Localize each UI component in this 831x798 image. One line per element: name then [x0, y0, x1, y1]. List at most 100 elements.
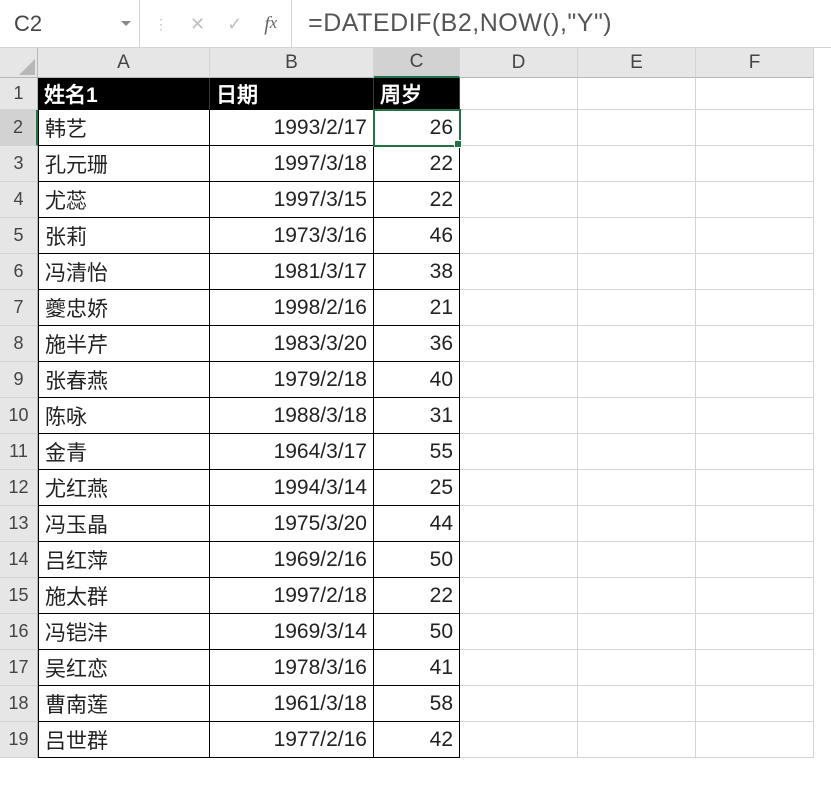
cell-B13[interactable]: 1975/3/20 [210, 506, 374, 542]
col-header-A[interactable]: A [38, 48, 210, 78]
cell-C13[interactable]: 44 [374, 506, 460, 542]
col-header-E[interactable]: E [578, 48, 696, 78]
cell-E12[interactable] [578, 470, 696, 506]
cell-E2[interactable] [578, 110, 696, 146]
cell-F15[interactable] [696, 578, 814, 614]
cell-B10[interactable]: 1988/3/18 [210, 398, 374, 434]
cell-F7[interactable] [696, 290, 814, 326]
cell-C11[interactable]: 55 [374, 434, 460, 470]
row-header-10[interactable]: 10 [0, 398, 38, 434]
cell-D8[interactable] [460, 326, 578, 362]
cell-C16[interactable]: 50 [374, 614, 460, 650]
cell-D10[interactable] [460, 398, 578, 434]
row-header-8[interactable]: 8 [0, 326, 38, 362]
cell-A7[interactable]: 夔忠娇 [38, 290, 210, 326]
row-header-1[interactable]: 1 [0, 78, 38, 110]
cell-B19[interactable]: 1977/2/16 [210, 722, 374, 758]
cell-E13[interactable] [578, 506, 696, 542]
cell-C19[interactable]: 42 [374, 722, 460, 758]
row-header-19[interactable]: 19 [0, 722, 38, 758]
expand-icon[interactable]: ⋮ [154, 17, 168, 31]
cell-E8[interactable] [578, 326, 696, 362]
cell-B11[interactable]: 1964/3/17 [210, 434, 374, 470]
formula-input[interactable]: =DATEDIF(B2,NOW(),"Y") [292, 9, 831, 38]
cell-A16[interactable]: 冯铠沣 [38, 614, 210, 650]
name-box[interactable]: C2 [0, 0, 140, 47]
cell-E17[interactable] [578, 650, 696, 686]
cell-F18[interactable] [696, 686, 814, 722]
cell-B7[interactable]: 1998/2/16 [210, 290, 374, 326]
cell-A5[interactable]: 张莉 [38, 218, 210, 254]
cell-B15[interactable]: 1997/2/18 [210, 578, 374, 614]
cell-D7[interactable] [460, 290, 578, 326]
cell-E3[interactable] [578, 146, 696, 182]
cell-A8[interactable]: 施半芹 [38, 326, 210, 362]
cell-A17[interactable]: 吴红恋 [38, 650, 210, 686]
cell-C7[interactable]: 21 [374, 290, 460, 326]
cell-A13[interactable]: 冯玉晶 [38, 506, 210, 542]
col-header-D[interactable]: D [460, 48, 578, 78]
row-header-7[interactable]: 7 [0, 290, 38, 326]
table-header-A[interactable]: 姓名1 [38, 78, 210, 110]
cell-C5[interactable]: 46 [374, 218, 460, 254]
cell-F19[interactable] [696, 722, 814, 758]
cell-C17[interactable]: 41 [374, 650, 460, 686]
cell-C12[interactable]: 25 [374, 470, 460, 506]
cell-B16[interactable]: 1969/3/14 [210, 614, 374, 650]
cell-F8[interactable] [696, 326, 814, 362]
cell-B5[interactable]: 1973/3/16 [210, 218, 374, 254]
cell-F6[interactable] [696, 254, 814, 290]
cell-E10[interactable] [578, 398, 696, 434]
cell-E7[interactable] [578, 290, 696, 326]
cell-F17[interactable] [696, 650, 814, 686]
cell-A10[interactable]: 陈咏 [38, 398, 210, 434]
row-header-11[interactable]: 11 [0, 434, 38, 470]
cell-B14[interactable]: 1969/2/16 [210, 542, 374, 578]
cell-B17[interactable]: 1978/3/16 [210, 650, 374, 686]
enter-icon[interactable]: ✓ [227, 15, 242, 33]
table-header-B[interactable]: 日期 [210, 78, 374, 110]
cell-D18[interactable] [460, 686, 578, 722]
cell-A4[interactable]: 尤蕊 [38, 182, 210, 218]
spreadsheet-grid[interactable]: ABCDEF1姓名1日期周岁2韩艺1993/2/17263孔元珊1997/3/1… [0, 48, 831, 758]
cell-B2[interactable]: 1993/2/17 [210, 110, 374, 146]
cell-F4[interactable] [696, 182, 814, 218]
cell-B6[interactable]: 1981/3/17 [210, 254, 374, 290]
cell-A2[interactable]: 韩艺 [38, 110, 210, 146]
name-box-dropdown-icon[interactable] [121, 21, 131, 26]
cell-C2[interactable]: 26 [374, 110, 460, 146]
cell-F5[interactable] [696, 218, 814, 254]
cell-C9[interactable]: 40 [374, 362, 460, 398]
row-header-4[interactable]: 4 [0, 182, 38, 218]
cell-F1[interactable] [696, 78, 814, 110]
cell-D17[interactable] [460, 650, 578, 686]
cell-D15[interactable] [460, 578, 578, 614]
cell-C10[interactable]: 31 [374, 398, 460, 434]
cell-A14[interactable]: 吕红萍 [38, 542, 210, 578]
row-header-14[interactable]: 14 [0, 542, 38, 578]
cell-B8[interactable]: 1983/3/20 [210, 326, 374, 362]
cell-D16[interactable] [460, 614, 578, 650]
cell-C3[interactable]: 22 [374, 146, 460, 182]
cell-A9[interactable]: 张春燕 [38, 362, 210, 398]
cell-B18[interactable]: 1961/3/18 [210, 686, 374, 722]
cell-E14[interactable] [578, 542, 696, 578]
cell-D9[interactable] [460, 362, 578, 398]
row-header-17[interactable]: 17 [0, 650, 38, 686]
cell-D4[interactable] [460, 182, 578, 218]
cell-D1[interactable] [460, 78, 578, 110]
table-header-C[interactable]: 周岁 [374, 78, 460, 110]
cell-C8[interactable]: 36 [374, 326, 460, 362]
cell-F3[interactable] [696, 146, 814, 182]
cell-F12[interactable] [696, 470, 814, 506]
cell-A18[interactable]: 曹南莲 [38, 686, 210, 722]
cell-D2[interactable] [460, 110, 578, 146]
cell-F14[interactable] [696, 542, 814, 578]
cell-A6[interactable]: 冯清怡 [38, 254, 210, 290]
cell-E1[interactable] [578, 78, 696, 110]
cell-A3[interactable]: 孔元珊 [38, 146, 210, 182]
cell-B9[interactable]: 1979/2/18 [210, 362, 374, 398]
cell-D3[interactable] [460, 146, 578, 182]
cell-E4[interactable] [578, 182, 696, 218]
row-header-9[interactable]: 9 [0, 362, 38, 398]
